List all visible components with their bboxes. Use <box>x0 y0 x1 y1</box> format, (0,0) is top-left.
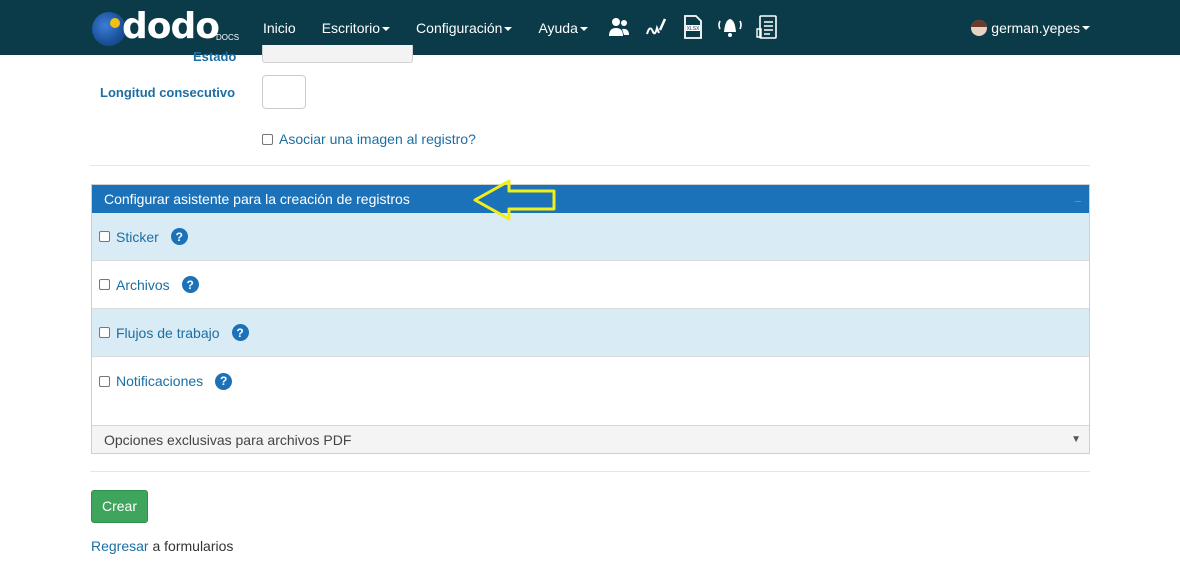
panel-header[interactable]: Configurar asistente para la creación de… <box>92 185 1089 213</box>
option-row-flujos: Flujos de trabajo ? <box>92 309 1089 357</box>
menu-ayuda-label: Ayuda <box>538 19 578 36</box>
estado-select[interactable] <box>262 45 413 63</box>
svg-text:XLSX: XLSX <box>687 26 700 32</box>
logo-wordmark: dodo <box>122 6 220 47</box>
sticker-label: Sticker <box>116 228 159 245</box>
caret-down-icon <box>382 26 391 31</box>
avatar <box>971 19 988 36</box>
asociar-imagen-option[interactable]: Asociar una imagen al registro? <box>262 131 476 147</box>
option-row-archivos: Archivos ? <box>92 261 1089 309</box>
help-icon[interactable]: ? <box>170 228 188 245</box>
menu-ayuda[interactable]: Ayuda <box>525 20 600 36</box>
flujos-label: Flujos de trabajo <box>116 324 220 341</box>
back-link-row: Regresar a formularios <box>91 538 233 554</box>
longitud-consecutivo-label: Longitud consecutivo <box>100 85 236 100</box>
wizard-config-panel: Configurar asistente para la creación de… <box>91 184 1090 454</box>
menu-escritorio-label: Escritorio <box>321 19 381 36</box>
users-icon[interactable] <box>605 13 633 41</box>
top-navbar: dodo DOCS Inicio Escritorio Configuració… <box>0 0 1180 55</box>
regresar-link[interactable]: Regresar <box>91 538 149 554</box>
collapse-icon[interactable] <box>1075 201 1081 202</box>
menu-inicio[interactable]: Inicio <box>250 20 309 36</box>
option-row-notificaciones: Notificaciones ? <box>92 357 1089 405</box>
divider <box>90 165 1090 166</box>
xlsx-file-icon[interactable]: XLSX <box>679 13 707 41</box>
pdf-options-dropdown[interactable]: Opciones exclusivas para archivos PDF ▼ <box>92 425 1089 453</box>
caret-down-icon <box>579 26 588 31</box>
annotation-arrow-icon <box>473 179 556 221</box>
signature-icon[interactable] <box>642 13 670 41</box>
notificaciones-label: Notificaciones <box>116 373 204 389</box>
logo-mark-icon <box>92 12 126 46</box>
menu-configuracion[interactable]: Configuración <box>403 20 525 36</box>
archivos-checkbox[interactable] <box>99 279 110 290</box>
option-row-sticker: Sticker ? <box>92 213 1089 261</box>
dodo-logo[interactable]: dodo DOCS <box>92 6 242 48</box>
divider <box>90 471 1090 472</box>
sticker-checkbox[interactable] <box>99 231 110 242</box>
menu-inicio-label: Inicio <box>263 19 296 36</box>
asociar-imagen-label: Asociar una imagen al registro? <box>279 131 476 147</box>
username: german.yepes <box>991 19 1080 36</box>
flujos-checkbox[interactable] <box>99 327 110 338</box>
archivos-label: Archivos <box>116 276 170 293</box>
pdf-options-label: Opciones exclusivas para archivos PDF <box>104 432 352 448</box>
caret-down-icon <box>504 26 513 31</box>
form-page: Estado Longitud consecutivo Asociar una … <box>0 45 1180 567</box>
caret-down-icon <box>1082 25 1090 30</box>
menu-configuracion-label: Configuración <box>416 19 503 36</box>
longitud-consecutivo-input[interactable] <box>262 75 306 109</box>
notificaciones-checkbox[interactable] <box>99 375 110 387</box>
user-menu[interactable]: german.yepes <box>971 0 1090 55</box>
bell-icon[interactable] <box>716 13 744 41</box>
menu-escritorio[interactable]: Escritorio <box>309 20 403 36</box>
panel-title: Configurar asistente para la creación de… <box>104 191 410 207</box>
crear-button[interactable]: Crear <box>91 490 148 523</box>
document-list-icon[interactable] <box>753 13 781 41</box>
dropdown-arrow-icon: ▼ <box>1071 434 1081 445</box>
estado-label: Estado <box>193 49 237 64</box>
logo-subtext: DOCS <box>216 33 240 42</box>
regresar-rest: a formularios <box>152 538 234 554</box>
help-icon[interactable]: ? <box>215 372 233 390</box>
help-icon[interactable]: ? <box>181 276 199 293</box>
asociar-imagen-checkbox[interactable] <box>262 133 273 145</box>
help-icon[interactable]: ? <box>231 324 249 341</box>
quick-icons: XLSX <box>605 13 790 41</box>
